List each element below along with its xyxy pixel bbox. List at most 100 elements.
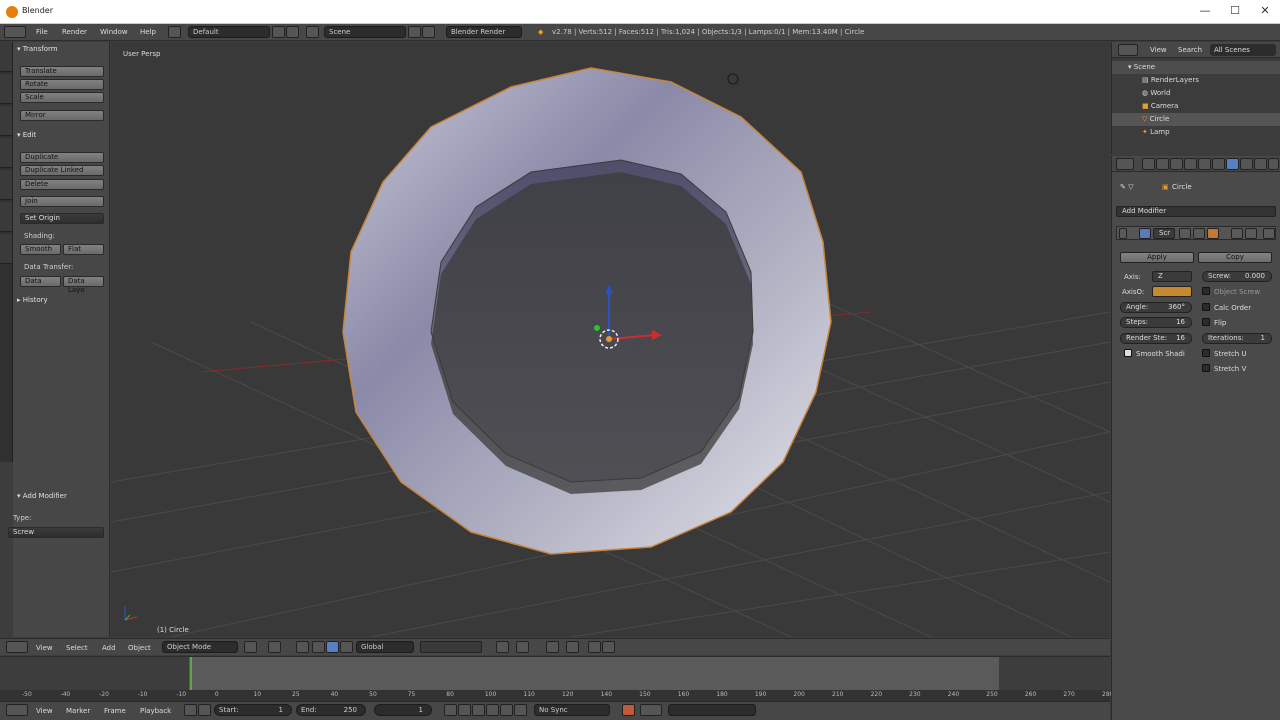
data-layout-button[interactable]: Data Layo (63, 276, 104, 294)
scene-select[interactable]: Scene (324, 26, 406, 38)
tab-physics[interactable] (0, 170, 12, 200)
keying-set-icon[interactable] (640, 704, 662, 716)
rotate-manip-icon[interactable] (326, 641, 339, 653)
modifier-type-select[interactable]: Screw (8, 527, 104, 538)
lock-camera-icon[interactable] (496, 641, 509, 653)
play-icon[interactable] (486, 704, 499, 716)
tab-grease-pencil[interactable] (0, 202, 12, 232)
layout-add-icon[interactable] (272, 26, 285, 38)
axis-select[interactable]: Z (1152, 271, 1192, 282)
edit-panel-header[interactable]: ▾ Edit (17, 131, 36, 141)
jump-start-icon[interactable] (444, 704, 457, 716)
snap-icon[interactable] (546, 641, 559, 653)
timeline-menu-playback[interactable]: Playback (140, 707, 171, 715)
scale-button[interactable]: Scale (20, 92, 104, 103)
translate-button[interactable]: Translate (20, 66, 104, 77)
snap-element-icon[interactable] (566, 641, 579, 653)
collapse-icon[interactable] (1119, 228, 1127, 239)
modifiers-tab-icon[interactable] (1226, 158, 1239, 170)
lock-frame-icon[interactable] (198, 704, 211, 716)
scene-tab-icon[interactable] (1170, 158, 1183, 170)
show-viewport-icon[interactable] (1193, 228, 1205, 239)
shading-mode-icon[interactable] (244, 641, 257, 653)
show-editmode-icon[interactable] (1207, 228, 1219, 239)
flat-button[interactable]: Flat (63, 244, 104, 255)
menu-help[interactable]: Help (140, 28, 156, 36)
outliner-display-select[interactable]: All Scenes (1210, 44, 1276, 56)
timeline-menu-view[interactable]: View (36, 707, 53, 715)
tab-relations[interactable] (0, 106, 12, 136)
axis-object-field[interactable] (1152, 286, 1192, 297)
join-button[interactable]: Join (20, 196, 104, 207)
data-button[interactable]: Data (20, 276, 61, 287)
pivot-icon[interactable] (268, 641, 281, 653)
menu-render[interactable]: Render (62, 28, 87, 36)
delete-button[interactable]: Delete (20, 179, 104, 190)
outliner-editor-type-icon[interactable] (1118, 44, 1138, 56)
manipulator-toggle-icon[interactable] (296, 641, 309, 653)
play-reverse-icon[interactable] (472, 704, 485, 716)
layout-remove-icon[interactable] (286, 26, 299, 38)
orientation-select[interactable]: Global (356, 641, 414, 653)
outliner-item-world[interactable]: ◍ World (1112, 87, 1280, 100)
minimize-button[interactable]: — (1190, 4, 1220, 17)
sync-select[interactable]: No Sync (534, 704, 610, 716)
move-down-icon[interactable] (1245, 228, 1257, 239)
current-frame-field[interactable]: 1 (374, 704, 432, 716)
material-tab-icon[interactable] (1254, 158, 1267, 170)
layer-grid[interactable] (420, 641, 482, 653)
render-preview-icon[interactable] (588, 641, 601, 653)
render-tab-icon[interactable] (1142, 158, 1155, 170)
render-steps-field[interactable]: Render Ste: 16 (1120, 333, 1192, 344)
rotate-button[interactable]: Rotate (20, 79, 104, 90)
viewport-menu-select[interactable]: Select (66, 644, 88, 652)
maximize-button[interactable]: ☐ (1220, 4, 1250, 17)
outliner-item-lamp[interactable]: ✦ Lamp (1112, 126, 1280, 139)
scale-manip-icon[interactable] (340, 641, 353, 653)
iterations-field[interactable]: Iterations: 1 (1202, 333, 1272, 344)
jump-end-icon[interactable] (514, 704, 527, 716)
outliner-item-camera[interactable]: ■ Camera (1112, 100, 1280, 113)
mirror-button[interactable]: Mirror (20, 110, 104, 121)
tab-tools[interactable] (0, 42, 12, 72)
render-engine-select[interactable]: Blender Render (446, 26, 522, 38)
close-button[interactable]: ✕ (1250, 4, 1280, 17)
layout-select[interactable]: Default (188, 26, 270, 38)
duplicate-button[interactable]: Duplicate (20, 152, 104, 163)
prev-keyframe-icon[interactable] (458, 704, 471, 716)
apply-button[interactable]: Apply (1120, 252, 1194, 263)
stretch-u-checkbox[interactable] (1202, 349, 1210, 357)
scene-remove-icon[interactable] (422, 26, 435, 38)
end-frame-field[interactable]: End: 250 (296, 704, 366, 716)
viewport-editor-type-icon[interactable] (6, 641, 28, 653)
translate-manip-icon[interactable] (312, 641, 325, 653)
menu-file[interactable]: File (36, 28, 48, 36)
layout-icon[interactable] (168, 26, 181, 38)
modifier-name-field[interactable]: Scr (1153, 228, 1175, 239)
screw-field[interactable]: Screw: 0.000 (1202, 271, 1272, 282)
smooth-button[interactable]: Smooth (20, 244, 61, 255)
remove-modifier-icon[interactable] (1263, 228, 1275, 239)
angle-field[interactable]: Angle: 360° (1120, 302, 1192, 313)
proportional-edit-icon[interactable] (516, 641, 529, 653)
world-tab-icon[interactable] (1184, 158, 1197, 170)
viewport-menu-add[interactable]: Add (102, 644, 116, 652)
calc-order-checkbox[interactable] (1202, 303, 1210, 311)
history-panel-header[interactable]: ▸ History (17, 296, 48, 306)
timeline-menu-frame[interactable]: Frame (104, 707, 126, 715)
steps-field[interactable]: Steps: 16 (1120, 317, 1192, 328)
duplicate-linked-button[interactable]: Duplicate Linked (20, 165, 104, 176)
outliner-menu-view[interactable]: View (1150, 46, 1167, 54)
tab-animation[interactable] (0, 138, 12, 168)
add-modifier-dropdown[interactable]: Add Modifier (1116, 206, 1276, 217)
constraints-tab-icon[interactable] (1212, 158, 1225, 170)
pin-icon[interactable]: ✎ ▽ (1120, 183, 1133, 191)
outliner-item-renderlayers[interactable]: ▤ RenderLayers (1112, 74, 1280, 87)
tab-create[interactable] (0, 74, 12, 104)
set-origin-dropdown[interactable]: Set Origin (20, 213, 104, 224)
layers-tab-icon[interactable] (1156, 158, 1169, 170)
object-screw-checkbox[interactable] (1202, 287, 1210, 295)
3d-viewport[interactable]: User Persp (1) Circle (111, 42, 1110, 637)
tab-misc[interactable] (0, 234, 12, 264)
viewport-menu-object[interactable]: Object (128, 644, 151, 652)
